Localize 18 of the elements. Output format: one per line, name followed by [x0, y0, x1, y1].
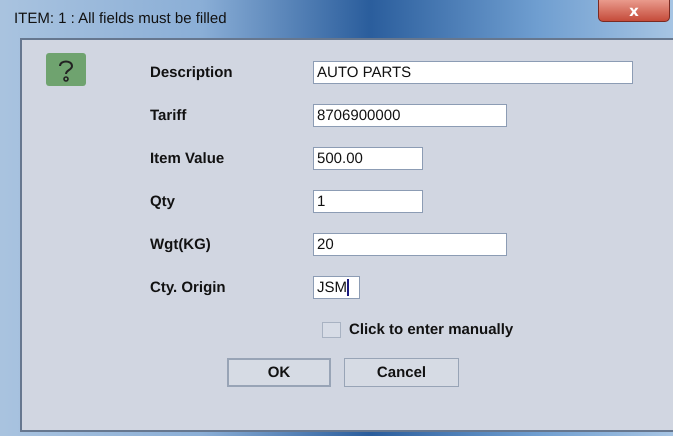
- dialog-button[interactable]: Cancel: [344, 358, 459, 387]
- field-label: Wgt(KG): [150, 236, 211, 253]
- window-title: ITEM: 1 : All fields must be filled: [13, 10, 227, 26]
- checkbox[interactable]: [322, 322, 341, 338]
- question-icon: [46, 53, 86, 86]
- text-field[interactable]: 1: [313, 190, 423, 213]
- checkbox-label[interactable]: Click to enter manually: [349, 321, 514, 338]
- field-label: Qty: [150, 193, 176, 210]
- field-label: Cty. Origin: [150, 279, 226, 296]
- text-field[interactable]: JSM: [313, 276, 360, 299]
- field-label: Tariff: [150, 107, 186, 124]
- text-field[interactable]: 20: [313, 233, 507, 256]
- field-label: Description: [150, 64, 233, 81]
- text-field[interactable]: 8706900000: [313, 104, 507, 127]
- field-label: Item Value: [150, 150, 224, 167]
- text-field[interactable]: AUTO PARTS: [313, 61, 633, 84]
- text-field[interactable]: 500.00: [313, 147, 423, 170]
- dialog-button[interactable]: OK: [227, 358, 331, 387]
